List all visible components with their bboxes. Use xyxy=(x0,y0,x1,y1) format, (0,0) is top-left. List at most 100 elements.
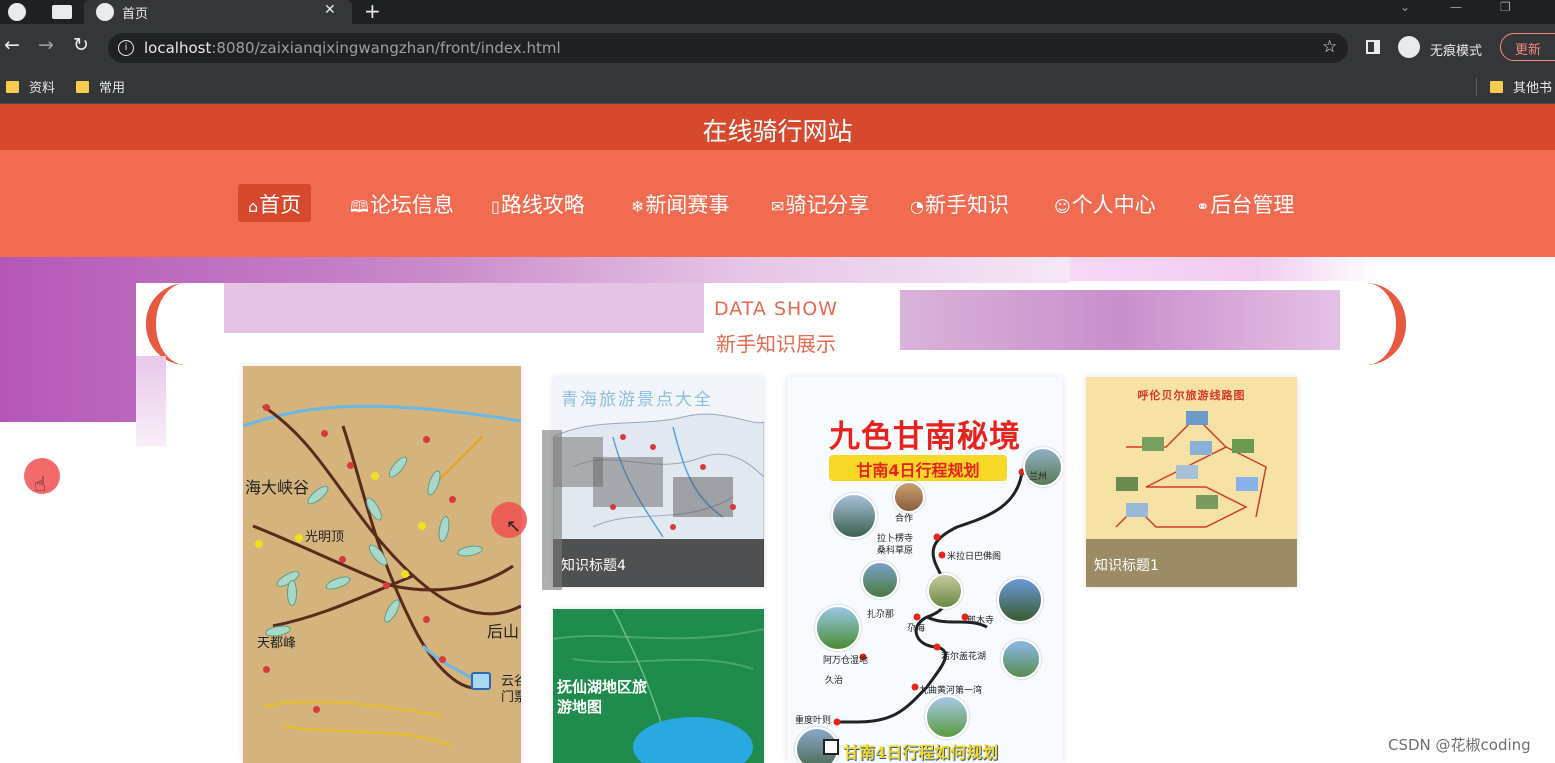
address-bar[interactable]: i localhost:8080/zaixianqixingwangzhan/f… xyxy=(108,33,1348,63)
snowflake-icon: ❄ xyxy=(631,197,645,216)
map-label: 九曲黄河第一湾 xyxy=(919,686,983,696)
hand-cursor-icon: ☝ xyxy=(34,472,47,496)
map-label: 郎木寺 xyxy=(967,616,995,626)
globe-icon xyxy=(96,3,114,21)
chevron-down-icon[interactable]: ⌄ xyxy=(1400,0,1410,14)
background-strip xyxy=(1070,257,1380,281)
bookmark-folder[interactable]: 常用 xyxy=(76,77,125,96)
map-label: 兰州 xyxy=(1029,472,1048,482)
map-label: 门票 xyxy=(501,690,521,705)
reload-icon[interactable]: ↻ xyxy=(73,35,89,55)
back-icon[interactable]: ← xyxy=(4,35,20,55)
scenery-photo xyxy=(815,605,861,651)
browser-tab-active[interactable]: 首页 ✕ xyxy=(84,0,352,24)
map-marker xyxy=(321,430,328,437)
nav-item-forum[interactable]: 🕮论坛信息 xyxy=(340,184,464,222)
map-marker xyxy=(439,656,446,663)
scenery-photo xyxy=(927,573,963,609)
map-label: 重度叶则 xyxy=(795,716,832,726)
knowledge-card[interactable]: 海大峡谷 光明顶 天都峰 后山 云谷 门票 xyxy=(243,366,521,763)
map-label: 光明顶 xyxy=(305,530,345,545)
map-marker xyxy=(347,462,354,469)
other-bookmarks-folder[interactable]: 其他书 xyxy=(1490,77,1552,96)
bookmark-folder[interactable]: 资料 xyxy=(6,77,55,96)
main-nav: ⌂首页 🕮论坛信息 ▯路线攻略 ❄新闻赛事 ✉骑记分享 ◔新手知识 ☺个人中心 … xyxy=(0,150,1555,257)
knowledge-card[interactable]: 抚仙湖地区旅游地图 xyxy=(553,609,764,763)
globe-icon[interactable] xyxy=(8,3,26,21)
knowledge-card[interactable]: 呼伦贝尔旅游线路图 知识标题1 xyxy=(1086,377,1297,587)
folder-icon xyxy=(1490,81,1503,93)
scenery-photo xyxy=(1001,639,1041,679)
card-caption: 知识标题1 xyxy=(1086,539,1297,587)
browser-toolbar: ← → ↻ i localhost:8080/zaixianqixingwang… xyxy=(0,24,1555,70)
scenery-photo xyxy=(893,481,925,513)
restore-icon[interactable]: ❐ xyxy=(1500,0,1511,14)
map-marker xyxy=(371,472,379,480)
bookmarks-bar: 资料 常用 其他书 xyxy=(0,70,1555,104)
bookmark-star-icon[interactable]: ☆ xyxy=(1322,37,1337,57)
leaf-icon xyxy=(287,580,297,606)
map-marker xyxy=(418,522,426,530)
card-image-footer: 甘南4日行程如何规划 xyxy=(843,743,999,762)
incognito-icon xyxy=(1398,36,1420,58)
new-tab-button[interactable]: + xyxy=(364,0,381,23)
site-header: 在线骑行网站 xyxy=(0,104,1555,150)
clipboard-icon: ▯ xyxy=(491,197,500,216)
route-map-image xyxy=(833,468,1026,726)
map-label: 若尔盖花湖 xyxy=(941,652,987,662)
folder-icon xyxy=(76,81,89,93)
update-button[interactable]: 更新 xyxy=(1500,33,1555,61)
nav-item-routes[interactable]: ▯路线攻略 xyxy=(481,184,595,222)
site-title: 在线骑行网站 xyxy=(702,117,853,146)
knowledge-card[interactable]: 九色甘南秘境 甘南4日行程规划 兰州 合作 拉卜楞寺 桑科草原 米拉日巴佛阁 郎… xyxy=(787,377,1063,763)
tab-title: 首页 xyxy=(122,7,149,22)
minimize-icon[interactable]: — xyxy=(1450,0,1462,14)
map-label: 桑科草原 xyxy=(877,546,914,556)
map-marker xyxy=(423,436,430,443)
map-label: 后山 xyxy=(487,622,520,641)
map-marker xyxy=(423,616,430,623)
nav-item-profile[interactable]: ☺个人中心 xyxy=(1044,184,1166,222)
nav-item-admin[interactable]: ⚭后台管理 xyxy=(1186,184,1304,222)
map-marker xyxy=(295,534,303,542)
blur-block xyxy=(136,356,166,446)
map-label: 合作 xyxy=(895,514,914,524)
map-label: 海大峡谷 xyxy=(245,478,310,497)
map-marker xyxy=(401,570,409,578)
bookmark-separator xyxy=(1476,78,1477,96)
url-path: :8080/zaixianqixingwangzhan/front/index.… xyxy=(211,39,561,57)
map-label: 天都峰 xyxy=(257,636,297,651)
user-icon: ☺ xyxy=(1054,197,1071,216)
mail-icon: ✉ xyxy=(771,197,785,216)
close-icon[interactable]: ✕ xyxy=(324,2,336,18)
nav-item-home[interactable]: ⌂首页 xyxy=(238,184,312,222)
knowledge-card[interactable]: 青海旅游景点大全 知识标题4 xyxy=(553,377,764,587)
section-title-en: DATA SHOW xyxy=(713,298,839,320)
forward-icon[interactable]: → xyxy=(38,35,54,55)
map-label: 扎尕那 xyxy=(867,610,895,620)
incognito-label: 无痕模式 xyxy=(1430,44,1483,59)
gate-icon xyxy=(471,672,491,690)
scenery-photo xyxy=(831,493,877,539)
side-panel-icon[interactable] xyxy=(1366,40,1380,54)
info-icon[interactable]: i xyxy=(118,40,134,56)
card-image-title: 抚仙湖地区旅游地图 xyxy=(557,678,648,716)
watermark: CSDN @花椒coding xyxy=(1388,736,1531,754)
map-marker xyxy=(313,706,320,713)
nav-item-news[interactable]: ❄新闻赛事 xyxy=(621,184,739,222)
tab-overview-icon[interactable] xyxy=(52,5,72,19)
nav-item-beginner[interactable]: ◔新手知识 xyxy=(900,184,1019,222)
browser-tab-bar: 首页 ✕ + ⌄ — ❐ xyxy=(0,0,1555,24)
scenery-photo xyxy=(925,695,969,739)
link-icon: ⚭ xyxy=(1196,197,1210,216)
nav-item-ride-share[interactable]: ✉骑记分享 xyxy=(761,184,879,222)
scenery-photo xyxy=(997,577,1043,623)
map-marker xyxy=(263,404,270,411)
url-text: localhost:8080/zaixianqixingwangzhan/fro… xyxy=(144,39,561,57)
map-marker xyxy=(383,582,390,589)
home-icon: ⌂ xyxy=(248,197,259,216)
map-label: 阿万仓湿地 xyxy=(823,656,869,666)
map-marker xyxy=(255,540,263,548)
folder-icon xyxy=(6,81,19,93)
section-title-cn: 新手知识展示 xyxy=(716,332,836,356)
